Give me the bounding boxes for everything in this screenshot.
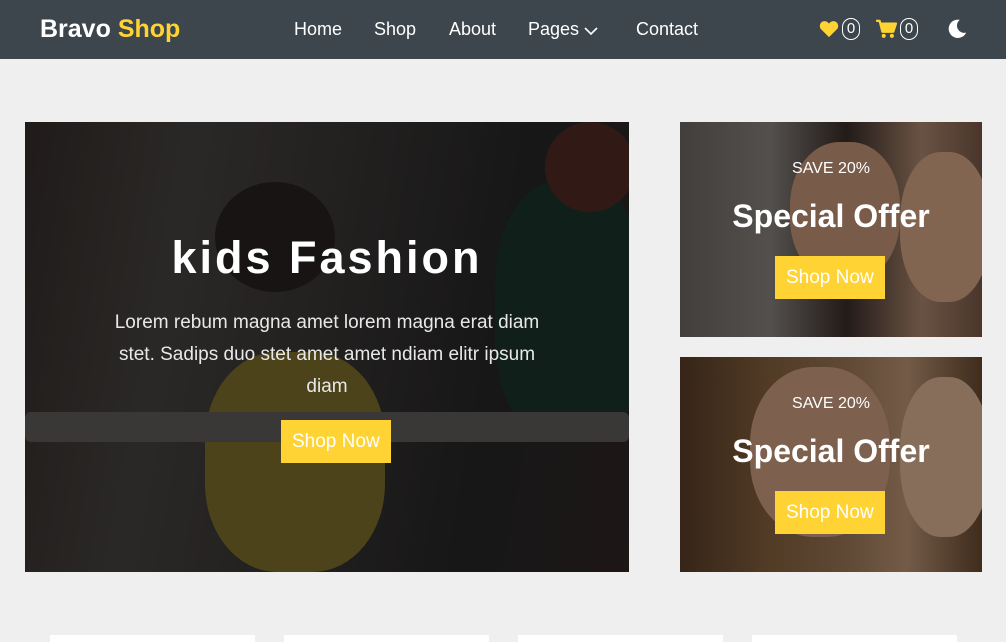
hero-title: kids Fashion bbox=[171, 232, 483, 283]
theme-toggle-button[interactable] bbox=[946, 18, 968, 45]
offer-shop-now-button[interactable]: Shop Now bbox=[775, 491, 885, 534]
nav-home[interactable]: Home bbox=[294, 19, 342, 40]
brand-name: Bravo bbox=[40, 15, 111, 43]
wishlist-count-badge: 0 bbox=[842, 18, 860, 40]
brand-accent: Shop bbox=[117, 15, 181, 43]
offer-card: SAVE 20% Special Offer Shop Now bbox=[680, 122, 982, 337]
offer-title: Special Offer bbox=[732, 433, 930, 469]
hero-caption: kids Fashion Lorem rebum magna amet lore… bbox=[25, 122, 629, 572]
brand-logo[interactable]: Bravo Shop bbox=[40, 15, 180, 44]
offer-title: Special Offer bbox=[732, 198, 930, 234]
offer-subtitle: SAVE 20% bbox=[792, 160, 870, 177]
hero-text: Lorem rebum magna amet lorem magna erat … bbox=[114, 312, 540, 397]
nav-pages-dropdown[interactable]: Pages bbox=[528, 19, 599, 40]
nav-contact[interactable]: Contact bbox=[636, 19, 698, 40]
feature-card bbox=[752, 635, 957, 642]
offer-card: SAVE 20% Special Offer Shop Now bbox=[680, 357, 982, 572]
offer-subtitle: SAVE 20% bbox=[792, 395, 870, 412]
moon-icon bbox=[948, 19, 967, 38]
cart-button[interactable]: 0 bbox=[875, 18, 918, 40]
cart-icon bbox=[876, 19, 897, 38]
wishlist-button[interactable]: 0 bbox=[819, 18, 860, 40]
navbar: Bravo Shop Home Shop About Pages Contact… bbox=[0, 0, 1006, 59]
chevron-down-icon bbox=[584, 26, 598, 35]
offer-shop-now-button[interactable]: Shop Now bbox=[775, 256, 885, 299]
nav-about[interactable]: About bbox=[449, 19, 496, 40]
feature-card bbox=[284, 635, 489, 642]
nav-shop[interactable]: Shop bbox=[374, 19, 416, 40]
hero-carousel: kids Fashion Lorem rebum magna amet lore… bbox=[25, 122, 629, 572]
feature-card bbox=[50, 635, 255, 642]
feature-card bbox=[518, 635, 723, 642]
heart-icon bbox=[819, 21, 839, 38]
hero-shop-now-button[interactable]: Shop Now bbox=[281, 420, 391, 463]
cart-count-badge: 0 bbox=[900, 18, 918, 40]
nav-pages-label: Pages bbox=[528, 19, 580, 39]
